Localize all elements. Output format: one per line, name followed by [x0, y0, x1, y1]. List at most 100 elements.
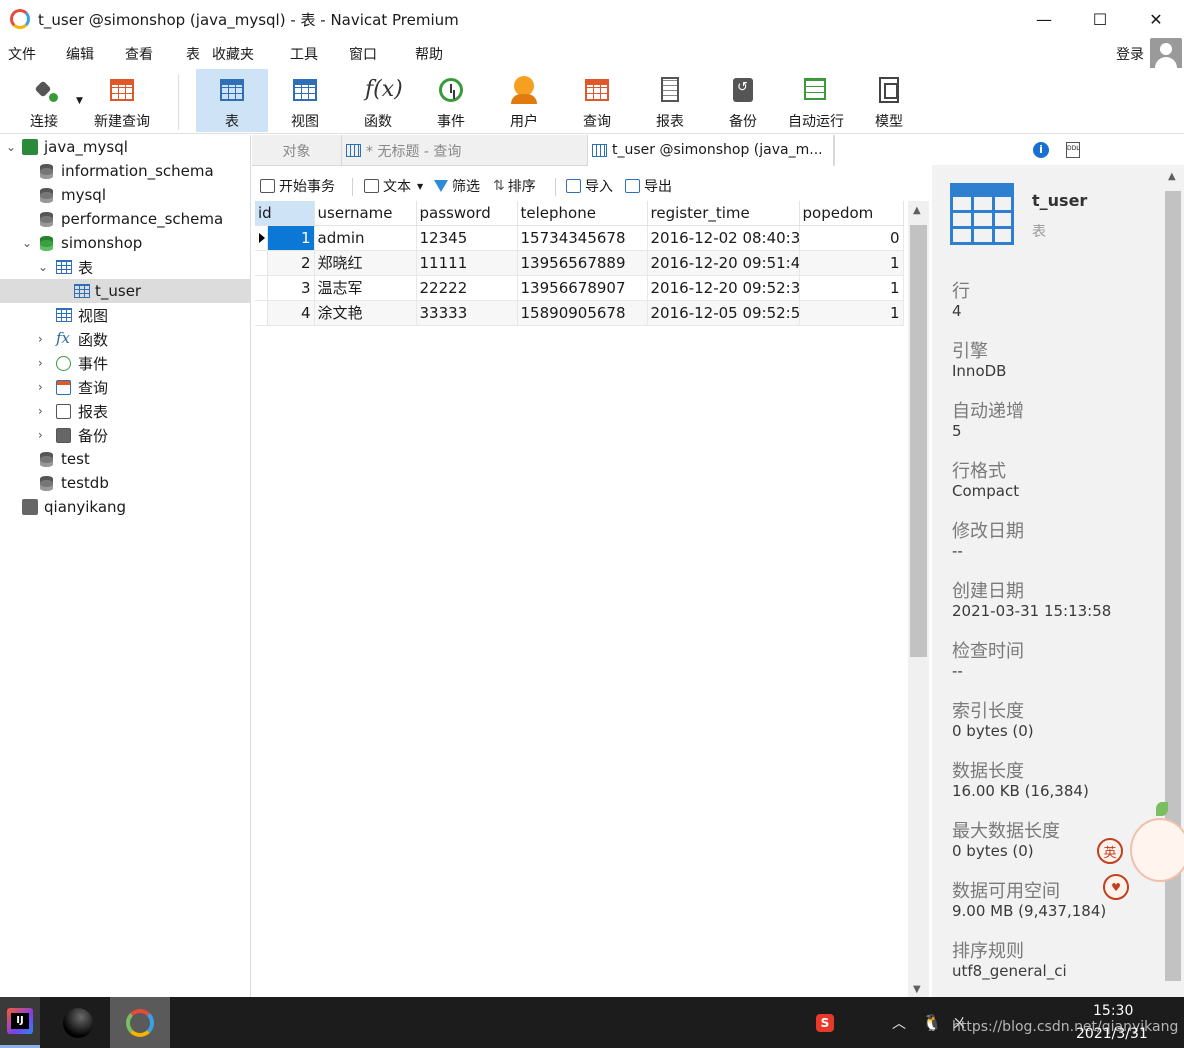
connect-dropdown-icon[interactable]: ▼: [76, 96, 83, 106]
cell-id[interactable]: 4: [267, 300, 315, 326]
tray-sogou[interactable]: S: [816, 997, 834, 1048]
cell-password[interactable]: 22222: [416, 275, 518, 301]
chevron-down-icon[interactable]: ⌄: [38, 260, 48, 274]
cell-telephone[interactable]: 13956567889: [517, 250, 648, 276]
tab-untitled-query[interactable]: * 无标题 - 查询: [342, 135, 588, 166]
tool-user-button[interactable]: 用户: [489, 69, 559, 132]
cell-username[interactable]: 郑晓红: [314, 250, 417, 276]
chevron-right-icon[interactable]: ›: [38, 404, 43, 418]
cell-register-time[interactable]: 2016-12-20 09:52:36: [647, 275, 800, 301]
cell-register-time[interactable]: 2016-12-02 08:40:35: [647, 225, 800, 251]
cell-telephone[interactable]: 15734345678: [517, 225, 648, 251]
tree-reports-node[interactable]: › 报表: [0, 399, 250, 423]
tab-t-user[interactable]: t_user @simonshop (java_m...: [588, 135, 834, 166]
table-row[interactable]: 4 涂文艳 33333 15890905678 2016-12-05 09:52…: [255, 300, 904, 326]
cell-popedom[interactable]: 0: [799, 225, 904, 251]
tool-event-button[interactable]: 事件: [416, 69, 486, 132]
scroll-up-icon[interactable]: ▲: [913, 205, 921, 216]
text-dropdown-icon[interactable]: ▼: [417, 182, 423, 191]
taskbar-navicat[interactable]: [110, 997, 170, 1048]
tree-views-node[interactable]: 视图: [0, 303, 250, 327]
new-query-button[interactable]: 新建查询: [88, 69, 156, 132]
clock-date[interactable]: 2021/3/31: [1076, 1026, 1148, 1042]
menu-favorites[interactable]: 收藏夹: [212, 44, 254, 64]
scroll-down-icon[interactable]: ▼: [913, 984, 921, 995]
ime-english-button[interactable]: 英: [1097, 838, 1123, 864]
tree-queries-node[interactable]: › 查询: [0, 375, 250, 399]
tray-show-hidden[interactable]: ︿: [892, 997, 906, 1048]
tool-table-button[interactable]: 表: [196, 69, 268, 132]
cell-password[interactable]: 11111: [416, 250, 518, 276]
cell-username[interactable]: 温志军: [314, 275, 417, 301]
connect-button[interactable]: 连接: [14, 69, 74, 132]
filter-button[interactable]: 筛选: [434, 176, 480, 196]
tray-qq[interactable]: 🐧: [922, 997, 942, 1048]
menu-view[interactable]: 查看: [125, 44, 153, 64]
menu-table[interactable]: 表: [186, 44, 200, 64]
sort-button[interactable]: ⇅ 排序: [493, 176, 536, 196]
cell-id[interactable]: 2: [267, 250, 315, 276]
grid-vertical-scrollbar[interactable]: ▲ ▼: [908, 201, 929, 997]
tree-functions-node[interactable]: › fx 函数: [0, 327, 250, 351]
cell-username[interactable]: 涂文艳: [314, 300, 417, 326]
cell-popedom[interactable]: 1: [799, 275, 904, 301]
tree-connection-java-mysql[interactable]: ⌄ java_mysql: [0, 135, 250, 159]
chevron-right-icon[interactable]: ›: [38, 332, 43, 346]
login-link[interactable]: 登录: [1116, 44, 1144, 64]
column-header-username[interactable]: username: [314, 201, 417, 226]
tree-db-information-schema[interactable]: information_schema: [0, 159, 250, 183]
maximize-button[interactable]: ☐: [1072, 0, 1128, 38]
taskbar-intellij[interactable]: [0, 997, 40, 1048]
cell-id[interactable]: 3: [267, 275, 315, 301]
close-button[interactable]: ✕: [1128, 0, 1184, 38]
avatar[interactable]: [1150, 38, 1182, 70]
cell-password[interactable]: 12345: [416, 225, 518, 251]
chevron-down-icon[interactable]: ⌄: [6, 140, 16, 154]
tree-connection-qianyikang[interactable]: qianyikang: [0, 495, 250, 519]
ddl-icon[interactable]: DDL: [1066, 142, 1080, 158]
column-header-register-time[interactable]: register_time: [647, 201, 800, 226]
tool-query-button[interactable]: 查询: [562, 69, 632, 132]
begin-transaction-button[interactable]: 开始事务: [260, 176, 335, 196]
menu-tools[interactable]: 工具: [290, 44, 318, 64]
menu-file[interactable]: 文件: [8, 44, 36, 64]
tree-events-node[interactable]: › 事件: [0, 351, 250, 375]
cell-id[interactable]: 1: [267, 225, 315, 251]
info-icon[interactable]: i: [1033, 142, 1049, 158]
export-button[interactable]: 导出: [625, 176, 672, 196]
tree-db-performance-schema[interactable]: performance_schema: [0, 207, 250, 231]
ime-mascot-icon[interactable]: [1130, 800, 1184, 910]
tree-table-t-user[interactable]: t_user: [0, 279, 250, 303]
cell-register-time[interactable]: 2016-12-20 09:51:43: [647, 250, 800, 276]
chevron-right-icon[interactable]: ›: [38, 380, 43, 394]
cell-telephone[interactable]: 15890905678: [517, 300, 648, 326]
chevron-right-icon[interactable]: ›: [38, 428, 43, 442]
tab-objects[interactable]: 对象: [252, 135, 342, 166]
cell-register-time[interactable]: 2016-12-05 09:52:56: [647, 300, 800, 326]
cell-popedom[interactable]: 1: [799, 250, 904, 276]
table-row[interactable]: 1 admin 12345 15734345678 2016-12-02 08:…: [255, 225, 904, 251]
tool-model-button[interactable]: 模型: [854, 69, 924, 132]
menu-edit[interactable]: 编辑: [66, 44, 94, 64]
tree-db-simonshop[interactable]: ⌄ simonshop: [0, 231, 250, 255]
tool-report-button[interactable]: 报表: [635, 69, 705, 132]
import-button[interactable]: 导入: [566, 176, 613, 196]
chevron-down-icon[interactable]: ⌄: [22, 236, 32, 250]
cell-telephone[interactable]: 13956678907: [517, 275, 648, 301]
taskbar-app[interactable]: [48, 997, 108, 1048]
tree-db-testdb[interactable]: testdb: [0, 471, 250, 495]
cell-password[interactable]: 33333: [416, 300, 518, 326]
cell-username[interactable]: admin: [314, 225, 417, 251]
minimize-button[interactable]: —: [1016, 0, 1072, 38]
column-header-password[interactable]: password: [416, 201, 518, 226]
table-row[interactable]: 2 郑晓红 11111 13956567889 2016-12-20 09:51…: [255, 250, 904, 276]
clock-time[interactable]: 15:30: [1093, 1003, 1133, 1019]
tree-tables-node[interactable]: ⌄ 表: [0, 255, 250, 279]
tree-backups-node[interactable]: › 备份: [0, 423, 250, 447]
scroll-up-icon[interactable]: ▲: [1168, 171, 1176, 182]
tree-db-mysql[interactable]: mysql: [0, 183, 250, 207]
table-row[interactable]: 3 温志军 22222 13956678907 2016-12-20 09:52…: [255, 275, 904, 301]
menu-window[interactable]: 窗口: [349, 44, 377, 64]
cell-popedom[interactable]: 1: [799, 300, 904, 326]
column-header-telephone[interactable]: telephone: [517, 201, 648, 226]
